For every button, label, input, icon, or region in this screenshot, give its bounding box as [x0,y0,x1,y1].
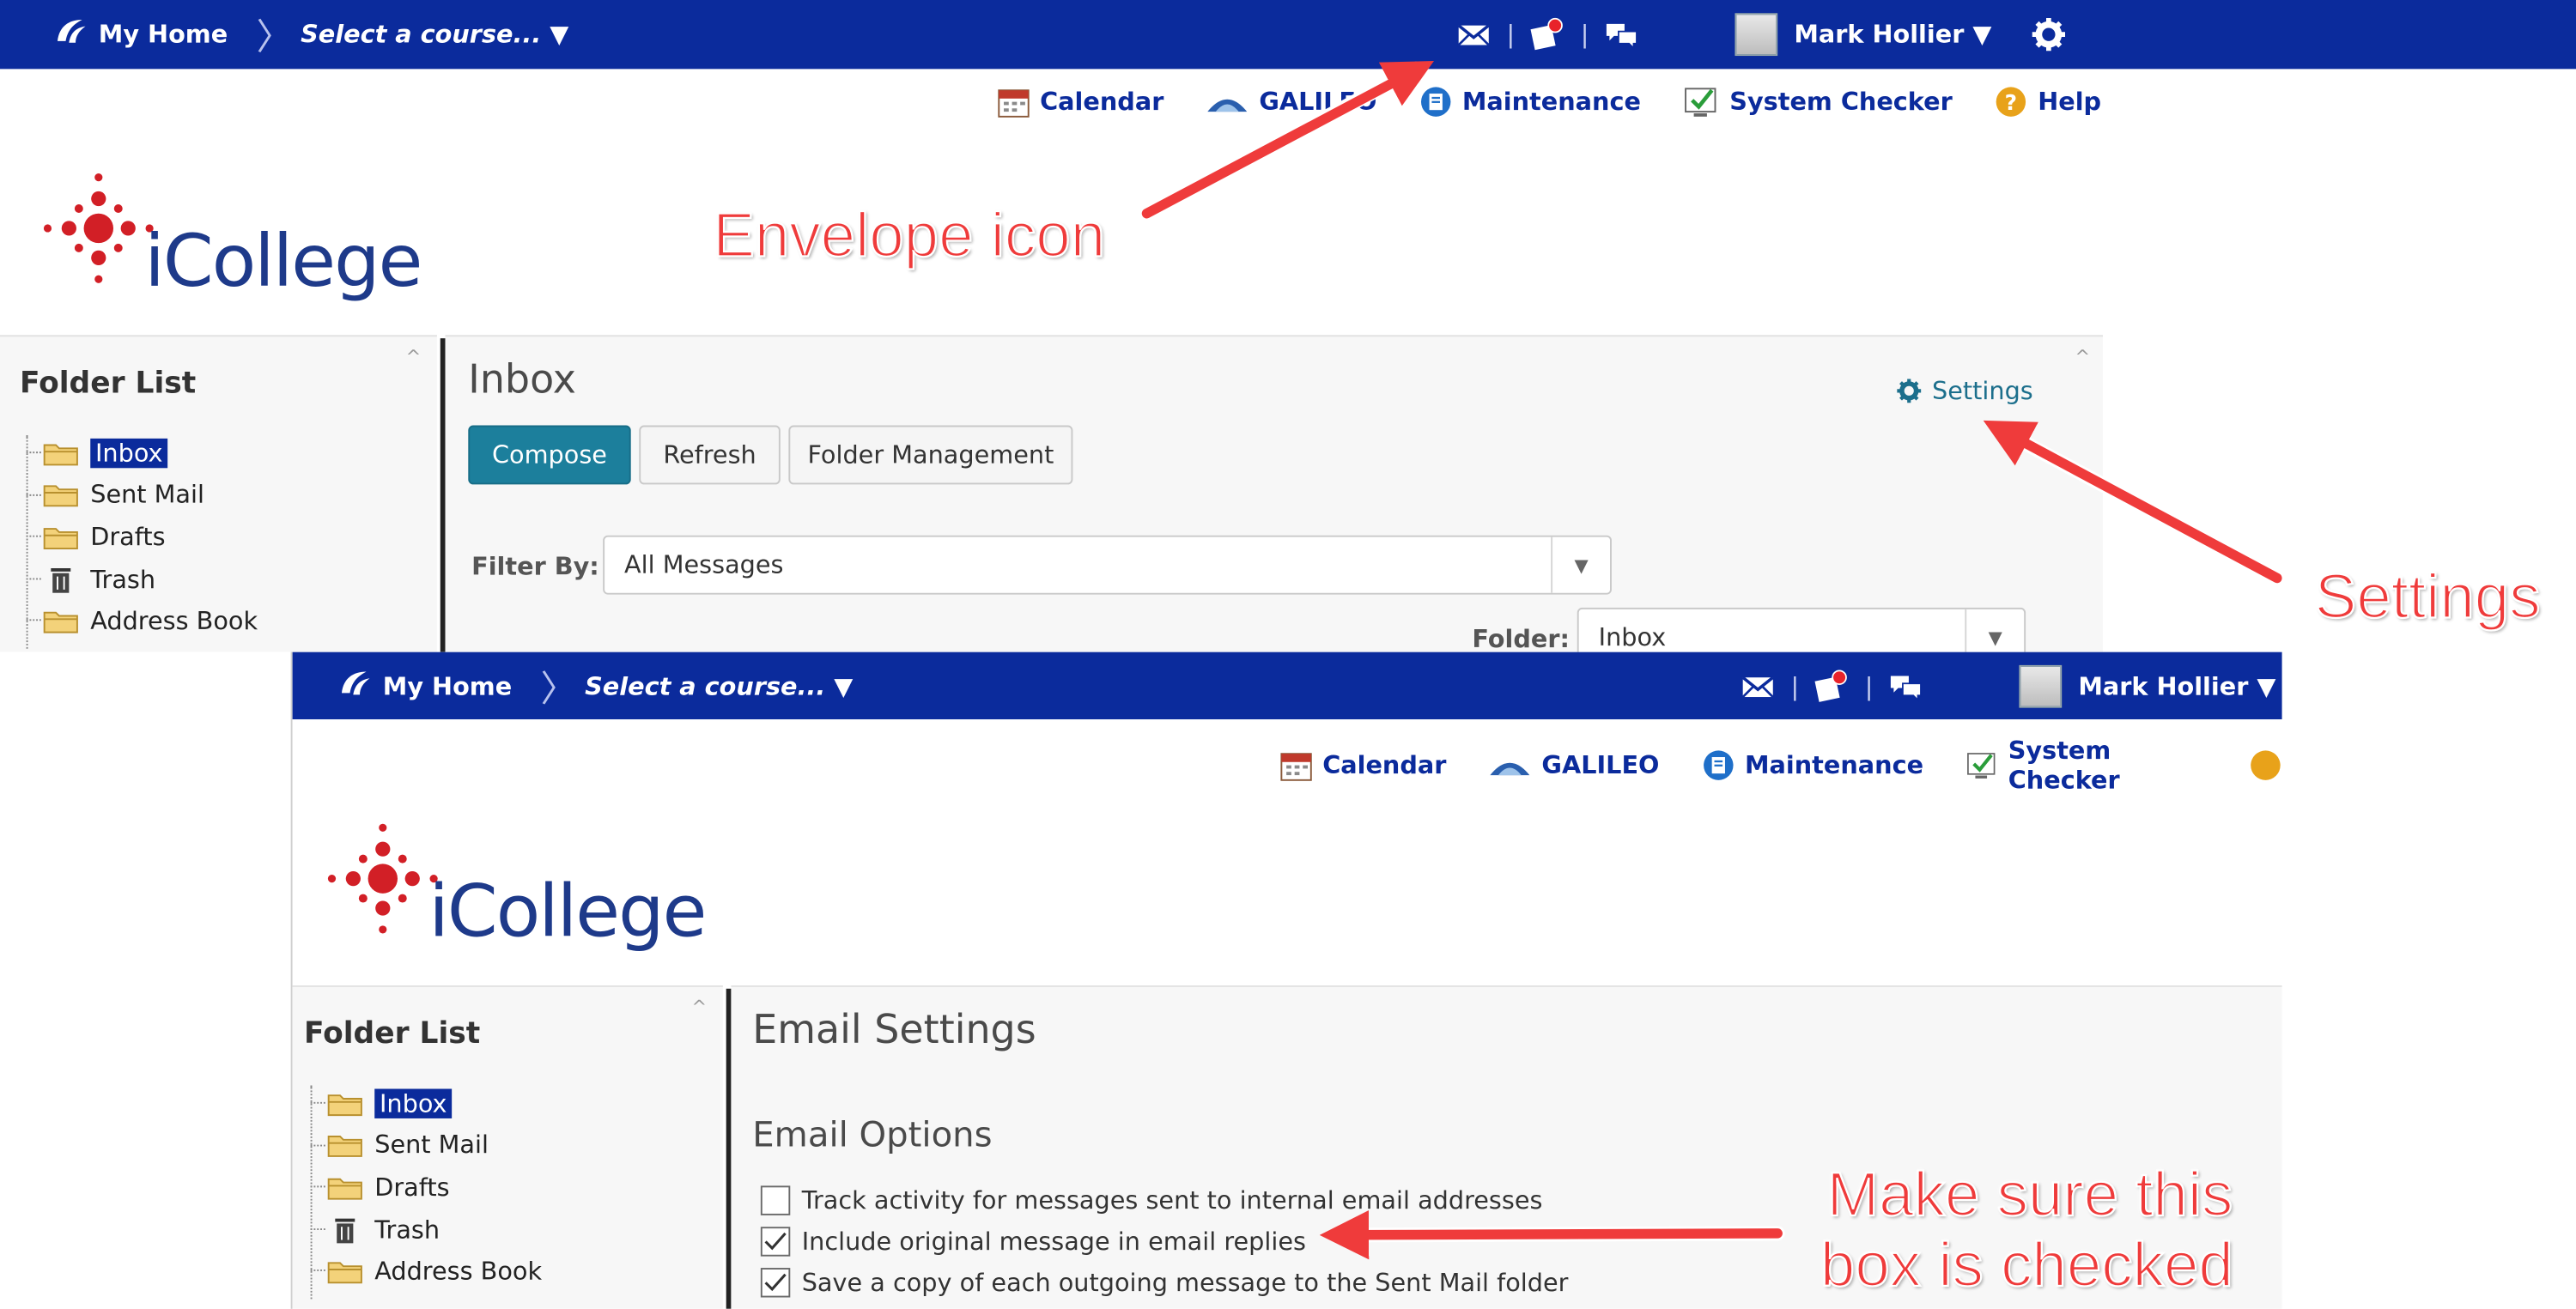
envelope-callout: Envelope icon [712,201,1106,272]
settings-callout: Settings [2314,562,2542,633]
composite-screenshot: My Home 〉 Select a course... ▼ | | Mark [0,0,2576,1309]
checkbox-callout-line1: Make sure this [1826,1161,2233,1232]
annotation-arrows [1139,61,2285,1260]
arrow-to-settings [1983,420,2285,586]
checkbox-callout-line2: box is checked [1820,1231,2234,1302]
arrow-to-envelope [1139,61,1434,221]
arrow-to-checkbox [1319,1210,1785,1260]
